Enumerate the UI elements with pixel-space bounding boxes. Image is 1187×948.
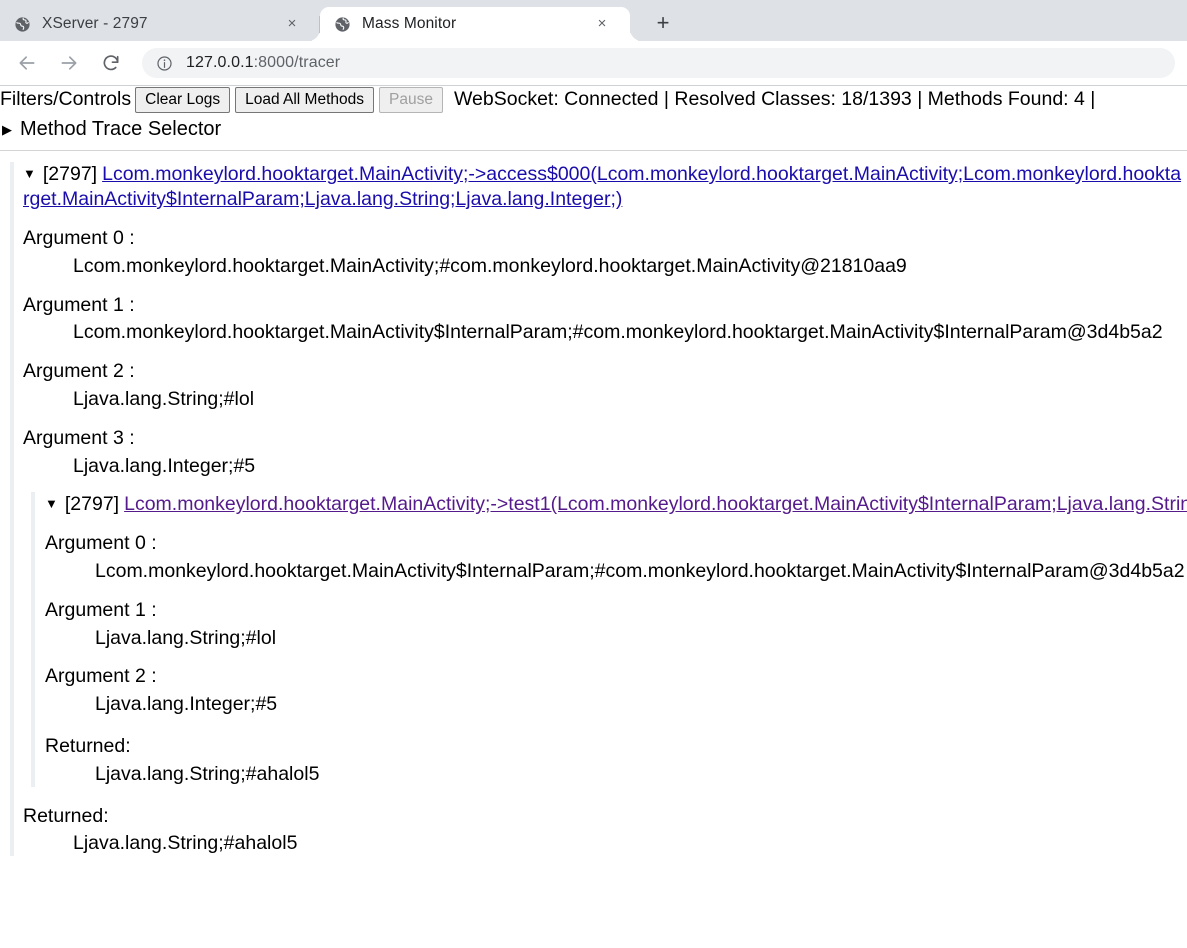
trace-header[interactable]: ▼ [2797] Lcom.monkeylord.hooktarget.MainAc… — [45, 492, 1187, 517]
returned-label: Returned: — [23, 804, 109, 827]
trace-node-nested: ▼ [2797] Lcom.monkeylord.hooktarget.MainAc… — [31, 492, 1187, 787]
argument-label: Argument 3 : — [23, 426, 135, 449]
arrow-left-icon — [19, 56, 35, 70]
load-all-methods-button[interactable]: Load All Methods — [235, 87, 375, 113]
returned-block: Returned: Ljava.lang.String;#ahalol5 — [23, 805, 1187, 857]
reload-icon — [103, 55, 119, 71]
argument-block: Argument 2 : Ljava.lang.String;#lol — [23, 360, 1187, 412]
trace-node-outer: ▼ [2797] Lcom.monkeylord.hooktarget.MainAc… — [10, 162, 1187, 857]
thread-id: [2797] — [42, 163, 98, 186]
argument-value: Ljava.lang.Integer;#5 — [73, 454, 256, 477]
argument-block: Argument 0 : Lcom.monkeylord.hooktarget.… — [23, 227, 1187, 279]
back-button[interactable] — [12, 48, 42, 78]
argument-block: Argument 3 : Ljava.lang.Integer;#5 — [23, 427, 1187, 479]
tab-title: XServer - 2797 — [42, 15, 148, 32]
argument-value: Ljava.lang.String;#lol — [73, 388, 255, 411]
chevron-down-icon[interactable]: ▼ — [45, 496, 58, 511]
argument-value: Ljava.lang.String;#lol — [95, 626, 277, 649]
argument-label: Argument 1 : — [23, 293, 135, 316]
browser-tab-xserver[interactable]: XServer - 2797 × — [0, 7, 320, 41]
address-bar-url: 127.0.0.1:8000/tracer — [186, 54, 340, 72]
argument-value: Lcom.monkeylord.hooktarget.MainActivity;… — [73, 254, 907, 277]
argument-label: Argument 2 : — [45, 665, 157, 688]
chevron-down-icon[interactable]: ▼ — [23, 166, 36, 181]
argument-value: Lcom.monkeylord.hooktarget.MainActivity$… — [95, 560, 1185, 583]
browser-toolbar: 127.0.0.1:8000/tracer — [0, 41, 1187, 86]
argument-value: Lcom.monkeylord.hooktarget.MainActivity$… — [73, 321, 1163, 344]
returned-block: Returned: Ljava.lang.String;#ahalol5 — [45, 735, 1187, 787]
argument-block: Argument 1 : Ljava.lang.String;#lol — [45, 599, 1187, 651]
returned-label: Returned: — [45, 735, 131, 757]
argument-label: Argument 0 : — [23, 227, 135, 250]
trace-header[interactable]: ▼ [2797] Lcom.monkeylord.hooktarget.MainAc… — [23, 162, 1187, 212]
method-trace-selector-label: Method Trace Selector — [20, 117, 222, 140]
returned-value: Ljava.lang.String;#ahalol5 — [73, 832, 298, 855]
argument-label: Argument 1 : — [45, 598, 157, 621]
argument-label: Argument 2 : — [23, 360, 135, 383]
arrow-right-icon — [61, 56, 77, 70]
method-trace-selector[interactable]: ▶ Method Trace Selector — [0, 115, 1187, 145]
browser-tab-bar: XServer - 2797 × Mass Monitor × + — [0, 0, 1187, 41]
argument-value: Ljava.lang.Integer;#5 — [95, 693, 278, 716]
thread-id: [2797] — [64, 493, 120, 516]
globe-icon — [335, 16, 350, 32]
method-signature-link[interactable]: Lcom.monkeylord.hooktarget.MainActivity;… — [124, 493, 1187, 515]
filters-controls-label: Filters/Controls — [0, 88, 132, 111]
url-path: :8000/tracer — [253, 54, 341, 71]
address-bar[interactable]: 127.0.0.1:8000/tracer — [142, 48, 1175, 78]
filters-controls-row: Filters/Controls Clear Logs Load All Met… — [0, 86, 1187, 115]
status-text: WebSocket: Connected | Resolved Classes:… — [453, 88, 1096, 111]
method-signature-link[interactable]: Lcom.monkeylord.hooktarget.MainActivity;… — [23, 163, 1181, 210]
tab-title: Mass Monitor — [362, 15, 457, 32]
close-icon[interactable]: × — [282, 14, 302, 34]
info-circle-icon[interactable] — [156, 55, 173, 72]
close-icon[interactable]: × — [592, 14, 612, 34]
argument-block: Argument 1 : Lcom.monkeylord.hooktarget.… — [23, 294, 1187, 346]
divider — [0, 150, 1187, 152]
pause-button[interactable]: Pause — [379, 87, 443, 113]
browser-tab-mass-monitor[interactable]: Mass Monitor × — [320, 7, 630, 41]
new-tab-button[interactable]: + — [648, 9, 678, 39]
globe-icon — [15, 16, 30, 32]
argument-block: Argument 0 : Lcom.monkeylord.hooktarget.… — [45, 532, 1187, 584]
returned-value: Ljava.lang.String;#ahalol5 — [95, 762, 320, 785]
url-host: 127.0.0.1 — [186, 54, 254, 71]
argument-label: Argument 0 : — [45, 532, 157, 555]
tracer-page: Filters/Controls Clear Logs Load All Met… — [0, 86, 1187, 857]
argument-block: Argument 2 : Ljava.lang.Integer;#5 — [45, 665, 1187, 717]
clear-logs-button[interactable]: Clear Logs — [135, 87, 231, 113]
chevron-right-icon[interactable]: ▶ — [2, 123, 18, 136]
reload-button[interactable] — [96, 48, 126, 78]
forward-button[interactable] — [54, 48, 84, 78]
